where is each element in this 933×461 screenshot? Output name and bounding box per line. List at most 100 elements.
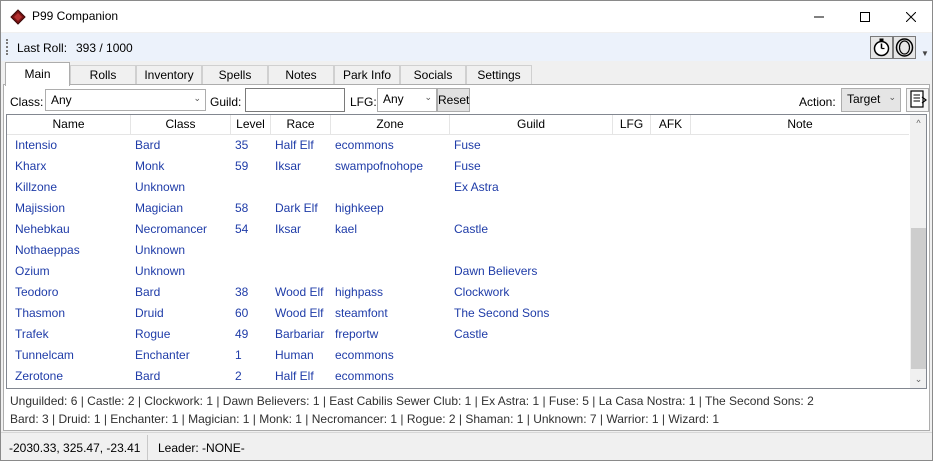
cell-name: Zerotone xyxy=(15,369,64,383)
table-row[interactable]: Killzone Unknown Ex Astra xyxy=(7,177,909,198)
cell-level: 58 xyxy=(235,201,249,215)
cell-class: Druid xyxy=(135,306,164,320)
tab-spells[interactable]: Spells xyxy=(202,65,268,85)
table-row[interactable]: Nothaeppas Unknown xyxy=(7,240,909,261)
class-filter-label: Class: xyxy=(10,95,44,109)
table-row[interactable]: Intensio Bard 35 Half Elf ecommons Fuse xyxy=(7,135,909,156)
column-header-level[interactable]: Level xyxy=(231,115,271,135)
cell-guild: Fuse xyxy=(454,159,481,173)
table-row[interactable]: Trafek Rogue 49 Barbariar freportw Castle xyxy=(7,324,909,345)
cell-name: Tunnelcam xyxy=(15,348,74,362)
cell-level: 38 xyxy=(235,285,249,299)
column-header-guild[interactable]: Guild xyxy=(450,115,613,135)
scroll-up-icon[interactable]: ^ xyxy=(910,115,926,132)
export-document-icon xyxy=(909,90,927,108)
cell-class: Unknown xyxy=(135,264,186,278)
status-divider xyxy=(147,435,148,460)
action-select[interactable]: Target ⌄ xyxy=(841,88,901,112)
table-row[interactable]: Kharx Monk 59 Iksar swampofnohope Fuse xyxy=(7,156,909,177)
guild-filter-input[interactable] xyxy=(245,88,345,112)
lfg-filter-select[interactable]: Any ⌄ xyxy=(377,88,437,112)
column-header-name[interactable]: Name xyxy=(7,115,131,135)
tab-rolls[interactable]: Rolls xyxy=(70,65,136,85)
cell-race: Dark Elf xyxy=(275,201,318,215)
scroll-down-icon[interactable]: ⌄ xyxy=(910,371,926,388)
cell-zone: steamfont xyxy=(335,306,388,320)
cell-zone: highpass xyxy=(335,285,384,299)
reset-button[interactable]: Reset xyxy=(437,88,470,112)
cell-level: 60 xyxy=(235,306,249,320)
cell-zone: kael xyxy=(335,222,358,236)
tab-notes[interactable]: Notes xyxy=(268,65,334,85)
lfg-filter-value: Any xyxy=(383,92,404,106)
stopwatch-icon xyxy=(873,38,890,57)
cell-zone: freportw xyxy=(335,327,379,341)
cell-name: Nothaeppas xyxy=(15,243,80,257)
minimize-button[interactable] xyxy=(796,1,842,32)
column-header-afk[interactable]: AFK xyxy=(651,115,691,135)
toolbar-overflow-icon[interactable]: ▼ xyxy=(921,49,929,58)
export-button[interactable] xyxy=(906,88,929,112)
table-row[interactable]: Zerotone Bard 2 Half Elf ecommons xyxy=(7,366,909,387)
cell-name: Killzone xyxy=(15,180,58,194)
cell-zone: ecommons xyxy=(335,369,394,383)
cell-level: 35 xyxy=(235,138,249,152)
cell-name: Intensio xyxy=(15,138,58,152)
cell-race: Barbariar xyxy=(275,327,325,341)
column-header-zone[interactable]: Zone xyxy=(331,115,450,135)
tab-park-info[interactable]: Park Info xyxy=(334,65,400,85)
tab-settings[interactable]: Settings xyxy=(466,65,532,85)
maximize-button[interactable] xyxy=(842,1,888,32)
table-row[interactable]: Teodoro Bard 38 Wood Elf highpass Clockwork xyxy=(7,282,909,303)
cell-level: 2 xyxy=(235,369,242,383)
close-icon xyxy=(906,11,916,22)
table-row[interactable]: Thasmon Druid 60 Wood Elf steamfont The Secon… xyxy=(7,303,909,324)
class-filter-select[interactable]: Any ⌄ xyxy=(45,89,206,111)
cell-name: Ozium xyxy=(15,264,50,278)
maximize-icon xyxy=(860,11,870,22)
cell-level: 1 xyxy=(235,348,242,362)
cell-zone: highkeep xyxy=(335,201,384,215)
last-roll-label: Last Roll: xyxy=(17,41,68,55)
tab-main[interactable]: Main xyxy=(5,62,70,86)
cell-guild: Castle xyxy=(454,327,489,341)
cell-level: 49 xyxy=(235,327,249,341)
grid-vertical-scrollbar[interactable]: ^ ⌄ xyxy=(910,115,926,388)
toolbar-grip[interactable] xyxy=(6,39,8,55)
cell-race: Wood Elf xyxy=(275,285,324,299)
cell-guild: The Second Sons xyxy=(454,306,550,320)
scroll-thumb[interactable] xyxy=(911,228,926,369)
table-row[interactable]: Ozium Unknown Dawn Believers xyxy=(7,261,909,282)
lfg-filter-label: LFG: xyxy=(350,95,377,109)
title-bar[interactable]: P99 Companion xyxy=(1,1,932,32)
loop-icon xyxy=(895,38,914,57)
table-row[interactable]: Tunnelcam Enchanter 1 Human ecommons xyxy=(7,345,909,366)
action-value: Target xyxy=(847,92,881,106)
cell-race: Half Elf xyxy=(275,369,314,383)
loop-button[interactable] xyxy=(893,36,916,59)
tab-socials[interactable]: Socials xyxy=(400,65,466,85)
cell-name: Nehebkau xyxy=(15,222,70,236)
grid-header: Name Class Level Race Zone Guild LFG AFK… xyxy=(7,115,909,135)
minimize-icon xyxy=(814,16,824,17)
cell-zone: ecommons xyxy=(335,348,394,362)
cell-class: Rogue xyxy=(135,327,171,341)
cell-class: Unknown xyxy=(135,243,186,257)
cell-race: Iksar xyxy=(275,159,302,173)
column-header-class[interactable]: Class xyxy=(131,115,231,135)
column-header-note[interactable]: Note xyxy=(691,115,909,135)
close-button[interactable] xyxy=(888,1,932,32)
table-row[interactable]: Majission Magician 58 Dark Elf highkeep xyxy=(7,198,909,219)
table-row[interactable]: Nehebkau Necromancer 54 Iksar kael Castle xyxy=(7,219,909,240)
player-grid[interactable]: Name Class Level Race Zone Guild LFG AFK… xyxy=(6,114,927,389)
guild-filter-label: Guild: xyxy=(210,95,242,109)
tab-inventory[interactable]: Inventory xyxy=(136,65,202,85)
window-title: P99 Companion xyxy=(32,9,119,23)
status-bar: -2030.33, 325.47, -23.41 Leader: -NONE- xyxy=(1,432,932,460)
group-leader-text: Leader: -NONE- xyxy=(158,441,245,455)
main-window: P99 Companion Last Roll: 393 / 1000 ▼ Ma… xyxy=(0,0,933,461)
cell-name: Trafek xyxy=(15,327,49,341)
timer-button[interactable] xyxy=(870,36,893,59)
column-header-race[interactable]: Race xyxy=(271,115,331,135)
column-header-lfg[interactable]: LFG xyxy=(613,115,651,135)
